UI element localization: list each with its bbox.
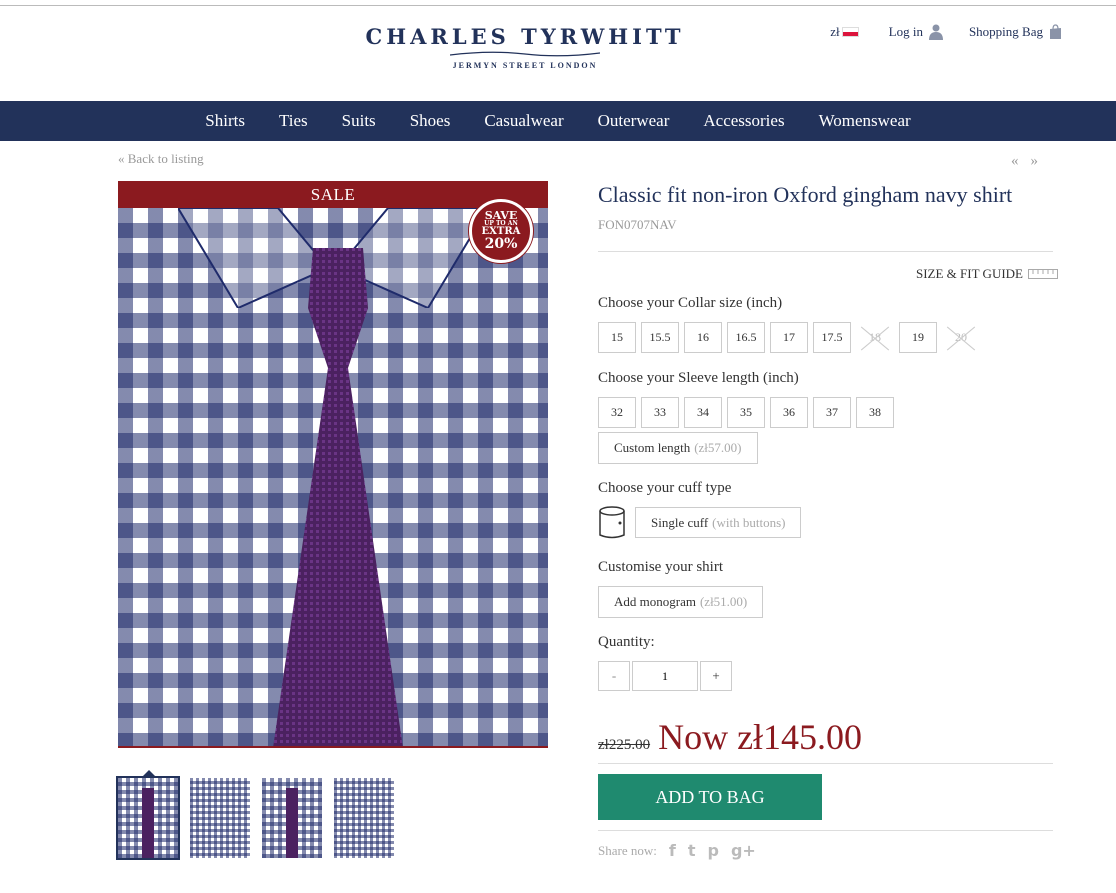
thumbnail-tie [142,788,154,858]
collar-size-option[interactable]: 15.5 [641,322,679,353]
sleeve-length-label: Choose your Sleeve length (inch) [598,370,799,386]
collar-size-label: Choose your Collar size (inch) [598,295,783,311]
currency-selector[interactable]: zł [830,24,859,40]
user-icon [928,24,943,40]
double-chevron-left-icon: « [118,151,125,166]
thumbnail-strip [116,776,406,860]
extra-discount-badge: SAVE UP TO AN EXTRA 20% [469,199,533,263]
sleeve-length-option[interactable]: 38 [856,397,894,428]
currency-label: zł [830,24,840,39]
sale-price: Now zł145.00 [658,717,863,757]
quantity-input[interactable] [632,661,698,691]
login-link[interactable]: Log in [889,24,943,40]
size-fit-guide-link[interactable]: SIZE & FIT GUIDE [916,266,1058,282]
collar-size-option[interactable]: 16 [684,322,722,353]
header-utilities: zł Log in Shopping Bag [830,24,1062,40]
sleeve-length-option[interactable]: 36 [770,397,808,428]
sleeve-length-option[interactable]: 35 [727,397,765,428]
twitter-icon[interactable]: t [688,841,696,860]
customise-label: Customise your shirt [598,559,724,575]
brand-tagline: JERMYN STREET LONDON [452,61,598,70]
ruler-icon [1028,269,1058,279]
quantity-label: Quantity: [598,634,655,650]
monogram-price: (zł51.00) [699,594,748,609]
thumbnail-2[interactable] [190,778,250,858]
top-border [0,5,1116,6]
collar-size-option-unavailable: 18 [856,322,894,353]
add-to-bag-button[interactable]: ADD TO BAG [598,774,822,820]
share-bar: Share now: f t p g+ [598,841,756,860]
product-main-image[interactable] [118,208,548,748]
nav-item-ties[interactable]: Ties [279,111,308,131]
quantity-increase-button[interactable]: + [700,661,732,691]
price-block: zł225.00 Now zł145.00 [598,716,862,758]
quantity-decrease-button[interactable]: - [598,661,630,691]
shopping-bag-link[interactable]: Shopping Bag [969,24,1062,40]
monogram-label: Add monogram [614,594,696,609]
custom-length-label: Custom length [614,440,691,455]
prev-product-button[interactable]: « [1011,153,1031,169]
collar-size-options: 15 15.5 16 16.5 17 17.5 18 19 20 [598,322,985,353]
bag-icon [1050,24,1061,39]
thumbnail-selected-indicator [141,770,157,778]
collar-size-option[interactable]: 17.5 [813,322,851,353]
quantity-stepper: - + [598,661,732,691]
collar-size-option[interactable]: 19 [899,322,937,353]
sleeve-length-option[interactable]: 34 [684,397,722,428]
cuff-icon [599,506,625,539]
divider [598,830,1053,831]
custom-length-button[interactable]: Custom length (zł57.00) [598,432,758,464]
collar-size-option[interactable]: 15 [598,322,636,353]
brand-name: CHARLES TYRWHITT [365,24,685,49]
nav-item-casualwear[interactable]: Casualwear [484,111,563,131]
product-code: FON0707NAV [598,217,677,232]
facebook-icon[interactable]: f [669,841,676,860]
custom-length-price: (zł57.00) [694,440,742,455]
nav-item-shirts[interactable]: Shirts [205,111,245,131]
back-label: Back to listing [127,151,204,166]
sleeve-length-option[interactable]: 37 [813,397,851,428]
nav-item-outerwear[interactable]: Outerwear [598,111,670,131]
thumbnail-tie [286,788,298,858]
nav-item-shoes[interactable]: Shoes [410,111,451,131]
login-label: Log in [888,24,923,39]
nav-item-womenswear[interactable]: Womenswear [819,111,911,131]
cuff-option-note: (with buttons) [712,514,786,530]
thumbnail-3[interactable] [262,778,322,858]
collar-size-option[interactable]: 17 [770,322,808,353]
google-plus-icon[interactable]: g+ [731,841,756,860]
thumbnail-1[interactable] [116,776,180,860]
divider [598,763,1053,764]
back-to-listing-link[interactable]: « Back to listing [118,151,204,167]
brand-logo[interactable]: CHARLES TYRWHITT JERMYN STREET LONDON [350,24,700,70]
shopping-bag-label: Shopping Bag [968,24,1043,39]
share-label: Share now: [598,842,657,858]
logo-swoosh-icon [450,51,600,57]
main-nav: Shirts Ties Suits Shoes Casualwear Outer… [0,101,1116,141]
nav-item-suits[interactable]: Suits [342,111,376,131]
pinterest-icon[interactable]: p [707,841,718,860]
tie-graphic [273,248,403,748]
cuff-type-label: Choose your cuff type [598,480,732,496]
old-price: zł225.00 [598,737,651,753]
poland-flag-icon [841,27,859,37]
next-product-button[interactable]: » [1031,153,1051,169]
divider [598,251,1053,252]
sleeve-length-option[interactable]: 33 [641,397,679,428]
nav-item-accessories[interactable]: Accessories [703,111,784,131]
badge-line-4: 20% [484,236,518,252]
collar-size-option-unavailable: 20 [942,322,980,353]
cuff-option-label: Single cuff [651,514,709,530]
single-cuff-option[interactable]: Single cuff (with buttons) [635,507,802,538]
product-pager: «» [1011,153,1050,170]
product-title: Classic fit non-iron Oxford gingham navy… [598,182,1013,207]
thumbnail-4[interactable] [334,778,394,858]
sleeve-length-option[interactable]: 32 [598,397,636,428]
sleeve-length-options: 32 33 34 35 36 37 38 [598,397,899,428]
size-guide-label: SIZE & FIT GUIDE [915,266,1023,281]
collar-size-option[interactable]: 16.5 [727,322,765,353]
add-monogram-button[interactable]: Add monogram (zł51.00) [598,586,764,618]
